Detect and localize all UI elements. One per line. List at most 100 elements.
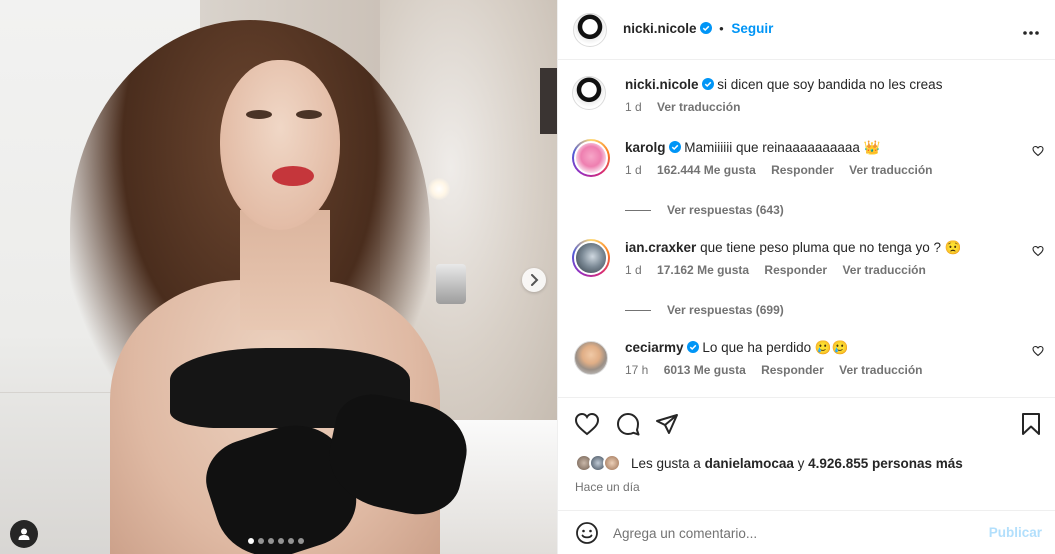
comment-avatar [574,141,608,175]
background-faucet [436,264,466,304]
replies-line [625,210,651,212]
more-horizontal-icon [1023,31,1039,35]
caption-time: 1 d [625,100,642,114]
caption-translate-link[interactable]: Ver traducción [657,100,740,114]
comment-time: 17 h [625,363,649,377]
bookmark-icon [1022,413,1040,435]
comment-translate-link[interactable]: Ver traducción [839,363,922,377]
user-icon [18,528,30,540]
likes-user-link[interactable]: danielamocaa [705,456,794,471]
likes-prefix: Les gusta a [631,456,701,471]
heart-icon [1032,145,1044,157]
liked-by-avatars[interactable] [575,454,627,472]
comment-reply-button[interactable]: Responder [771,163,834,177]
like-button[interactable] [574,412,600,439]
comment-icon [617,413,640,436]
replies-line [625,310,651,312]
photo-subject-lips [272,166,314,186]
comment-text: que tiene peso pluma que no tenga yo ? 😟 [700,240,962,255]
carousel-next-button[interactable] [522,268,546,292]
author-row: nicki.nicole • Seguir [623,21,773,36]
comment-reply-button[interactable]: Responder [761,363,824,377]
carousel-dot [288,538,294,544]
publish-button[interactable]: Publicar [989,525,1042,540]
add-comment-bar: Publicar [558,510,1055,554]
view-replies-button[interactable]: Ver respuestas (699) [625,303,784,317]
comment-username[interactable]: ceciarmy [625,340,684,355]
emoji-button[interactable] [575,521,599,548]
comment-translate-link[interactable]: Ver traducción [849,163,932,177]
comment-meta: 17 h 6013 Me gusta Responder Ver traducc… [625,363,935,377]
carousel-dot [278,538,284,544]
post-timestamp[interactable]: Hace un día [575,480,640,494]
background-lamp [428,178,450,200]
post-actions: Les gusta a danielamocaa y 4.926.855 per… [558,397,1055,507]
comment-time: 1 d [625,163,642,177]
comment-likes[interactable]: 17.162 Me gusta [657,263,749,277]
photo-subject-eye [246,110,272,119]
author-username[interactable]: nicki.nicole [623,21,697,36]
comment-like-button[interactable] [1032,245,1044,260]
post-media[interactable] [0,0,557,554]
post-header: nicki.nicole • Seguir [558,0,1055,60]
view-replies-label: Ver respuestas (643) [667,203,784,217]
likes-others-link[interactable]: 4.926.855 personas más [808,456,963,471]
comment-time: 1 d [625,263,642,277]
comment-like-button[interactable] [1032,145,1044,160]
carousel-dot [248,538,254,544]
heart-icon [574,412,600,436]
comments-list[interactable]: nicki.nicole si dicen que soy bandida no… [558,61,1055,396]
carousel-dot [298,538,304,544]
save-button[interactable] [1021,412,1041,439]
comment-text: Lo que ha perdido 🥲🥲 [702,340,849,355]
likes-connector: y [797,456,805,471]
carousel-dot [258,538,264,544]
comment-likes[interactable]: 162.444 Me gusta [657,163,756,177]
comment-like-button[interactable] [1032,345,1044,360]
send-icon [656,414,678,434]
comment-username[interactable]: karolg [625,140,666,155]
caption-username[interactable]: nicki.nicole [625,77,699,92]
comment-avatar [574,241,608,275]
follow-button[interactable]: Seguir [731,21,773,36]
author-avatar[interactable] [573,13,607,47]
likes-summary: Les gusta a danielamocaa y 4.926.855 per… [575,454,963,472]
comment-meta: 1 d 162.444 Me gusta Responder Ver tradu… [625,163,945,177]
comment-input[interactable] [613,521,973,545]
comment-text-row: karolg Mamiiiiii que reinaaaaaaaaaa 👑 [625,139,1025,157]
caption-text-row: nicki.nicole si dicen que soy bandida no… [625,76,1025,94]
verified-badge-icon [699,22,712,34]
heart-icon [1032,245,1044,257]
carousel-dot [268,538,274,544]
comment-avatar[interactable] [574,341,608,375]
verified-badge-icon [686,341,699,353]
verified-badge-icon [701,78,714,90]
comment-avatar-story-ring[interactable] [572,139,610,177]
comment-text-row: ceciarmy Lo que ha perdido 🥲🥲 [625,339,1025,357]
comment-text-row: ian.craxker que tiene peso pluma que no … [625,239,1025,257]
photo-subject-eye [296,110,322,119]
view-replies-button[interactable]: Ver respuestas (643) [625,203,784,217]
comment-username[interactable]: ian.craxker [625,240,696,255]
separator-dot: • [719,21,724,36]
caption-meta: 1 d Ver traducción [625,100,752,114]
comment-text: Mamiiiiii que reinaaaaaaaaaa 👑 [684,140,881,155]
emoji-icon [576,522,598,544]
verified-badge-icon [668,141,681,153]
comment-avatar-story-ring[interactable] [572,239,610,277]
comment-translate-link[interactable]: Ver traducción [842,263,925,277]
background-poster [540,68,557,134]
post-details-panel: nicki.nicole • Seguir nicki.nicole si di… [557,0,1055,554]
comment-likes[interactable]: 6013 Me gusta [664,363,746,377]
share-button[interactable] [655,412,679,439]
more-options-button[interactable] [1022,20,1040,41]
comment-meta: 1 d 17.162 Me gusta Responder Ver traduc… [625,263,938,277]
carousel-indicator [248,538,304,544]
caption-text: si dicen que soy bandida no les creas [717,77,943,92]
comment-reply-button[interactable]: Responder [764,263,827,277]
chevron-right-icon [531,274,539,286]
comment-button[interactable] [615,412,641,439]
caption-avatar[interactable] [572,76,606,110]
view-replies-label: Ver respuestas (699) [667,303,784,317]
tagged-users-button[interactable] [10,520,38,548]
